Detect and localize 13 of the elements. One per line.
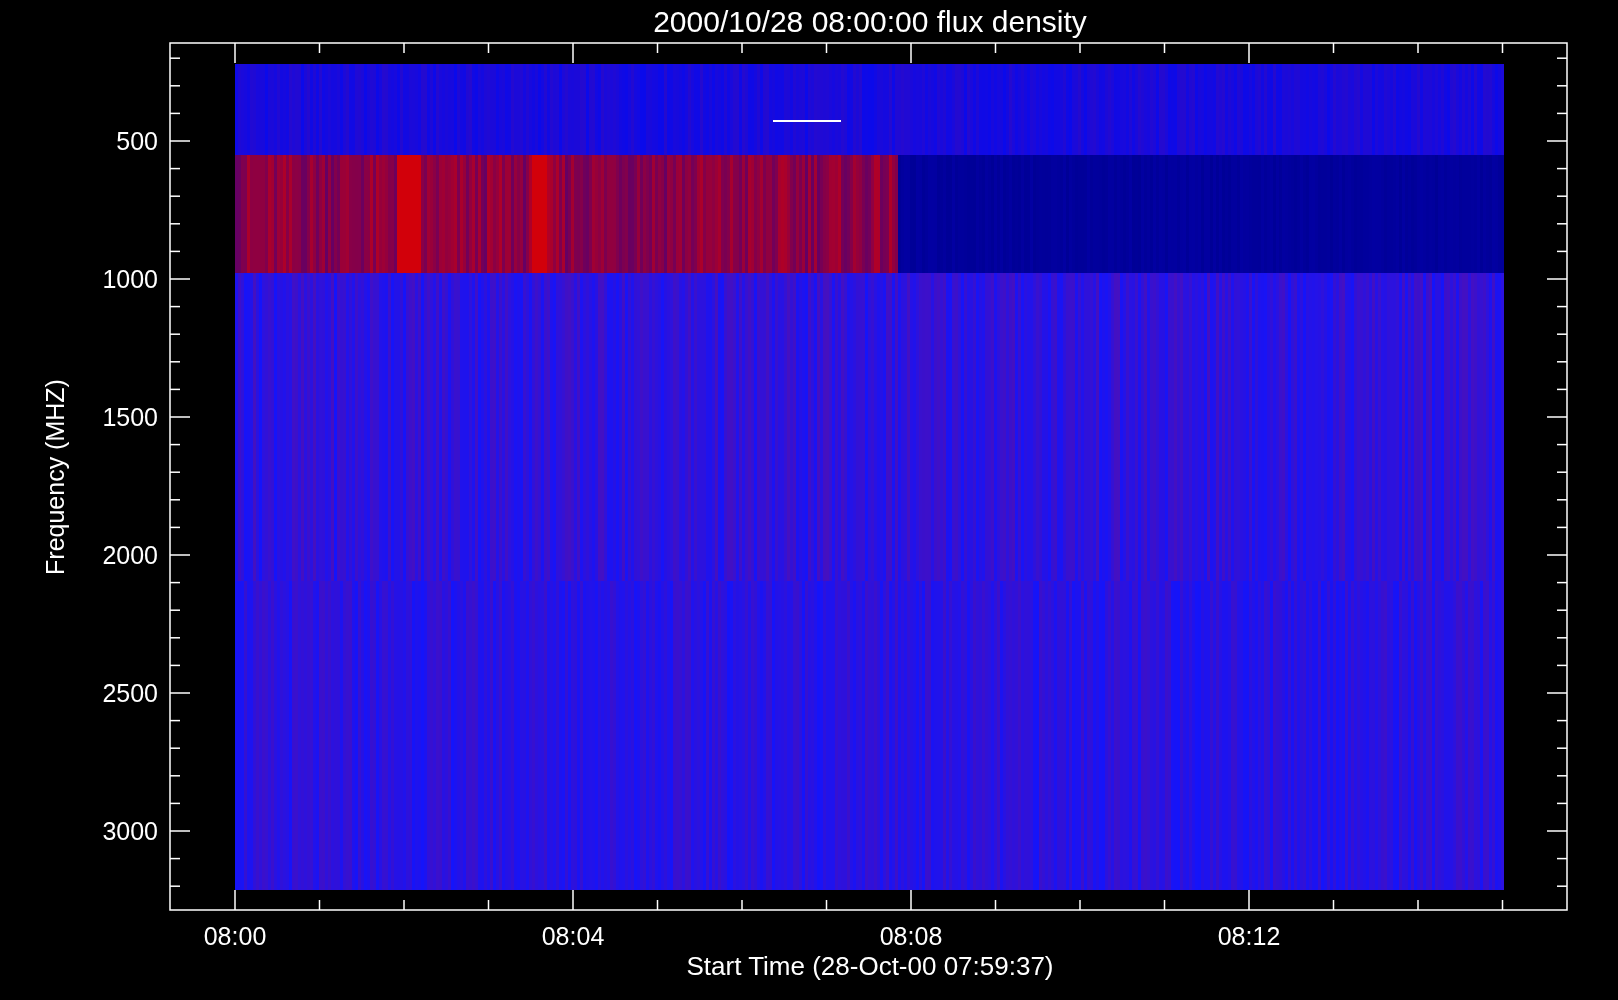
x-tick-label: 08:00 xyxy=(203,922,267,950)
y-axis-label: Frequency (MHZ) xyxy=(41,379,69,575)
y-tick-label: 2000 xyxy=(102,541,158,569)
x-tick-label: 08:12 xyxy=(1217,922,1281,950)
plot-title: 2000/10/28 08:00:00 flux density xyxy=(653,5,1087,38)
y-tick-label: 1500 xyxy=(102,403,158,431)
x-tick-label: 08:08 xyxy=(879,922,943,950)
x-tick-label: 08:04 xyxy=(541,922,605,950)
y-tick-label: 1000 xyxy=(102,265,158,293)
y-tick-label: 500 xyxy=(116,127,158,155)
y-tick-label: 2500 xyxy=(102,679,158,707)
x-axis-label: Start Time (28-Oct-00 07:59:37) xyxy=(686,951,1054,981)
y-tick-label: 3000 xyxy=(102,817,158,845)
